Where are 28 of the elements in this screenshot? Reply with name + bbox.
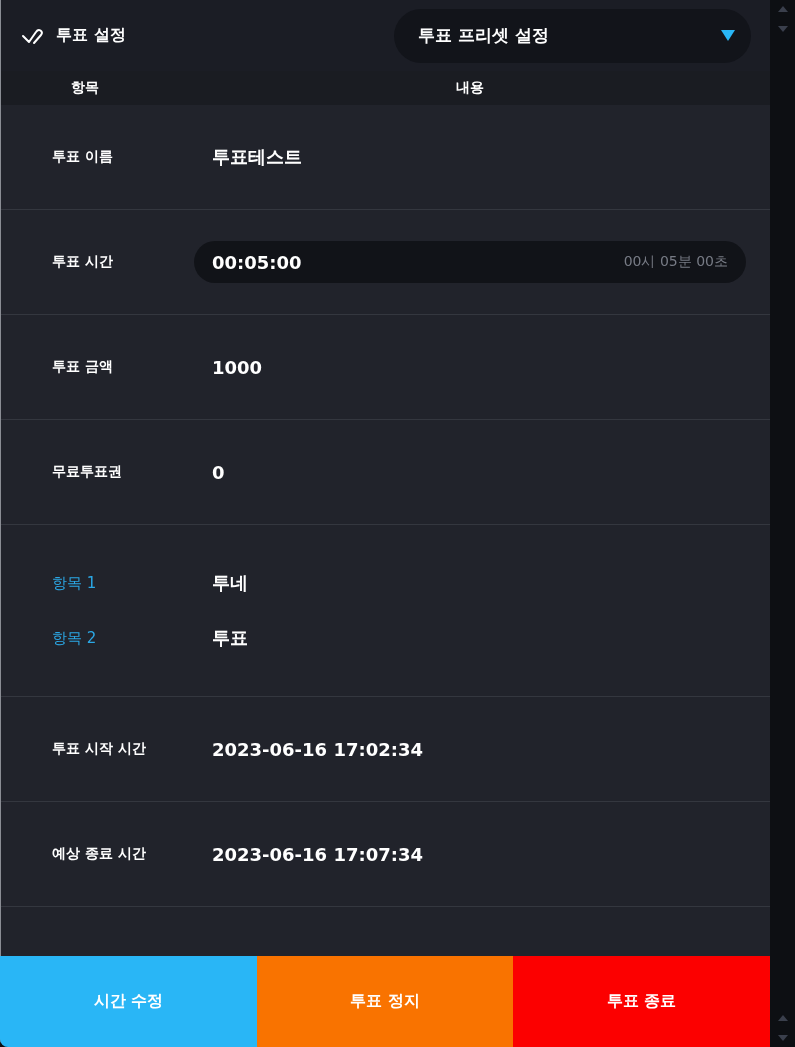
scroll-down-icon[interactable] xyxy=(777,1035,788,1041)
field-label: 예상 종료 시간 xyxy=(52,845,147,863)
option-label: 항목 2 xyxy=(52,628,98,648)
scroll-down-icon[interactable] xyxy=(777,26,788,32)
preset-dropdown[interactable]: 투표 프리셋 설정 xyxy=(394,8,751,63)
field-value: 투표테스트 xyxy=(212,145,302,169)
time-input-field[interactable]: 00:05:00 00시 05분 00초 xyxy=(194,241,746,283)
panel-title: 투표 설정 xyxy=(56,25,126,46)
field-label: 무료투표권 xyxy=(52,463,123,481)
column-header: 항목 xyxy=(70,79,100,97)
field-value: 2023-06-16 17:07:34 xyxy=(212,843,423,865)
field-label: 투표 시간 xyxy=(52,253,114,271)
field-label: 투표 이름 xyxy=(52,148,114,166)
field-label: 투표 시작 시간 xyxy=(52,740,147,758)
option-label: 항목 1 xyxy=(52,573,98,593)
scroll-up-icon[interactable] xyxy=(777,6,788,12)
field-value: 0 xyxy=(212,461,225,483)
action-button[interactable]: 시간 수정 xyxy=(0,956,257,1047)
action-button[interactable]: 투표 종료 xyxy=(513,956,770,1047)
field-label: 투표 금액 xyxy=(52,358,114,376)
option-value: 투표 xyxy=(212,626,248,650)
option-value: 투네 xyxy=(212,571,248,595)
field-value: 2023-06-16 17:02:34 xyxy=(212,738,423,760)
field-value: 1000 xyxy=(212,356,263,378)
column-header: 내용 xyxy=(454,79,485,97)
action-button[interactable]: 투표 정지 xyxy=(256,956,514,1047)
scroll-up-icon[interactable] xyxy=(777,1015,788,1021)
caret-icon xyxy=(721,30,735,41)
